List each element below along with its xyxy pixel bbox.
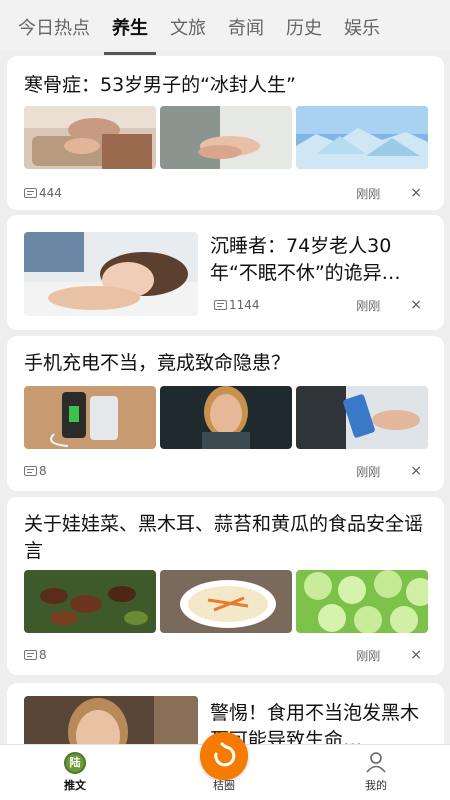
article-title[interactable]: 寒骨症：53岁男子的“冰封人生” [24,72,430,99]
timestamp: 刚刚 [356,186,381,201]
tab-hot[interactable]: 今日热点 [18,14,90,40]
comment-count: 8 [24,648,47,662]
nav-juquan[interactable]: 桔圈 [189,745,259,800]
nav-mine[interactable]: 我的 [341,745,411,800]
article-images[interactable] [24,570,428,633]
article-meta: 444 刚刚 × [24,184,422,202]
article-card[interactable]: 寒骨症：53岁男子的“冰封人生” 444 刚刚 × [7,56,444,210]
close-icon[interactable]: × [410,297,422,313]
nav-label: 桔圈 [213,779,235,792]
article-thumbnail[interactable] [24,696,198,744]
close-icon[interactable]: × [410,647,422,663]
comment-count: 444 [24,186,62,200]
article-thumbnail[interactable] [24,106,156,169]
article-card[interactable]: 手机充电不当，竟成致命隐患？ 8 刚刚 × [7,336,444,491]
article-thumbnail[interactable] [160,386,292,449]
comment-icon [24,466,37,476]
tab-culture-travel[interactable]: 文旅 [170,14,206,40]
comment-count: 8 [24,464,47,478]
bottom-nav: 陆 推文 桔圈 我的 [0,732,450,800]
article-thumbnail[interactable] [160,570,292,633]
article-feed: 寒骨症：53岁男子的“冰封人生” 444 刚刚 × 沉睡者：74岁老人30年“不… [0,52,450,744]
article-thumbnail[interactable] [24,232,198,316]
article-title[interactable]: 关于娃娃菜、黑木耳、蒜苔和黄瓜的食品安全谣言 [24,511,430,565]
timestamp: 刚刚 [356,298,381,313]
article-meta: 8 刚刚 × [24,646,422,664]
tab-oddities[interactable]: 奇闻 [228,14,264,40]
article-title[interactable]: 沉睡者：74岁老人30年“不眠不休”的诡异… [210,233,430,287]
tab-entertainment[interactable]: 娱乐 [344,14,380,40]
tuiwen-icon: 陆 [64,752,86,774]
article-thumbnail[interactable] [24,386,156,449]
article-thumbnail[interactable] [296,106,428,169]
comment-count: 1144 [214,298,260,312]
article-images[interactable] [24,106,428,169]
comment-icon [24,650,37,660]
timestamp: 刚刚 [356,648,381,663]
nav-label: 我的 [365,779,387,792]
timestamp: 刚刚 [356,464,381,479]
close-icon[interactable]: × [410,463,422,479]
article-card[interactable]: 关于娃娃菜、黑木耳、蒜苔和黄瓜的食品安全谣言 8 刚刚 × [7,497,444,675]
article-thumbnail[interactable] [296,386,428,449]
tab-health[interactable]: 养生 [104,14,156,55]
article-thumbnail[interactable] [24,570,156,633]
article-title[interactable]: 手机充电不当，竟成致命隐患？ [24,350,430,377]
article-meta: 1144 刚刚 × [214,296,422,314]
article-images[interactable] [24,386,428,449]
comment-icon [24,188,37,198]
article-thumbnail[interactable] [296,570,428,633]
category-tabs: 今日热点 养生 文旅 奇闻 历史 娱乐 [0,0,450,55]
user-icon [366,752,386,773]
article-meta: 8 刚刚 × [24,462,422,480]
article-thumbnail[interactable] [160,106,292,169]
nav-tuiwen[interactable]: 陆 推文 [40,745,110,800]
comment-icon [214,300,227,310]
nav-label: 推文 [64,779,86,792]
tab-history[interactable]: 历史 [286,14,322,40]
close-icon[interactable]: × [410,185,422,201]
article-card[interactable]: 沉睡者：74岁老人30年“不眠不休”的诡异… 1144 刚刚 × [7,215,444,330]
